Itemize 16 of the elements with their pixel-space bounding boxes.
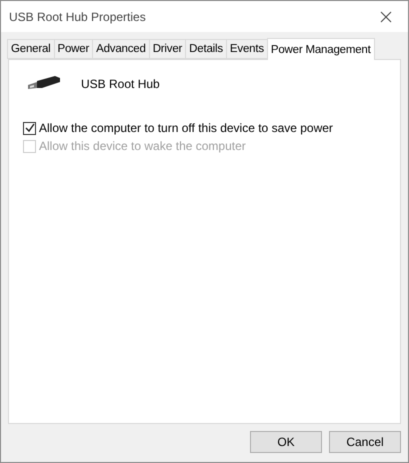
usb-plug-icon — [28, 76, 60, 90]
checkbox[interactable] — [23, 122, 36, 134]
device-name: USB Root Hub — [81, 77, 160, 91]
checkbox-label: Allow this device to wake the computer — [39, 139, 246, 153]
tab[interactable]: Advanced — [92, 39, 150, 59]
tab[interactable]: Power — [54, 39, 94, 59]
tab[interactable]: Events — [226, 39, 268, 59]
checkbox-label: Allow the computer to turn off this device to save power — [39, 121, 333, 135]
tab[interactable]: Driver — [148, 39, 186, 59]
dialog-button[interactable]: OK — [250, 431, 322, 453]
tab[interactable]: Power Management — [266, 38, 375, 60]
tab[interactable]: General — [7, 39, 55, 59]
dialog-button[interactable]: Cancel — [329, 431, 401, 453]
window-title: USB Root Hub Properties — [9, 10, 146, 24]
close-icon — [380, 10, 392, 22]
tab[interactable]: Details — [185, 39, 227, 59]
